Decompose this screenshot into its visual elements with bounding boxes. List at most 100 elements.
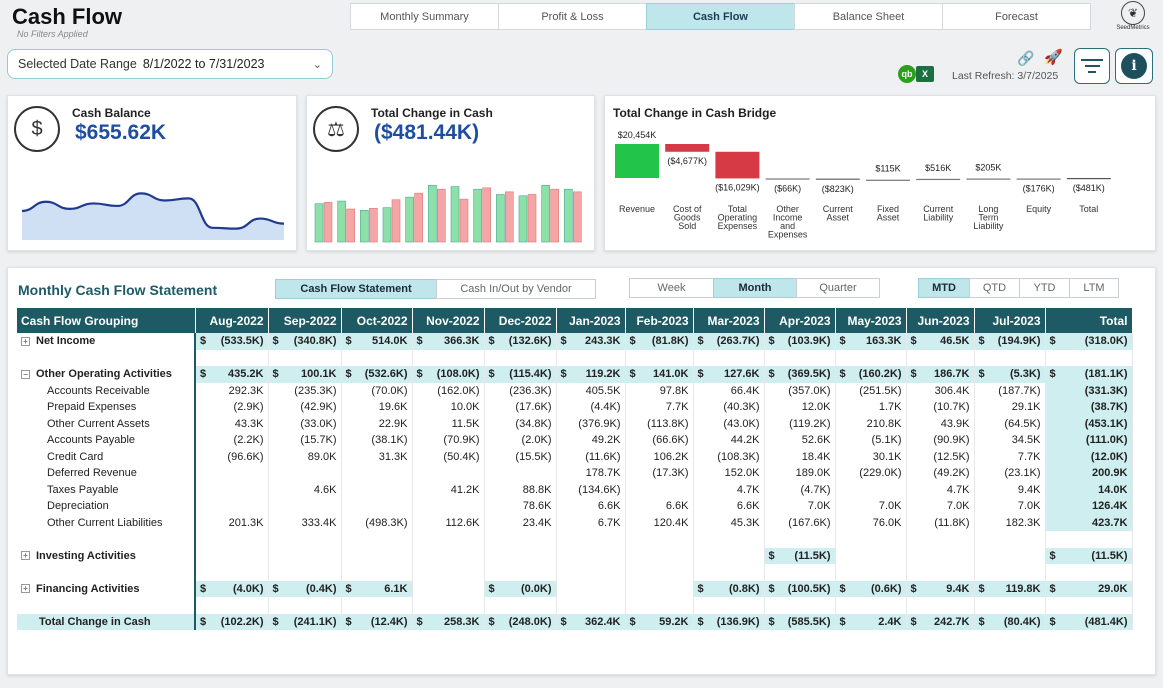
bridge-bar <box>966 178 1011 180</box>
statement-title: Monthly Cash Flow Statement <box>18 282 218 298</box>
date-range-dropdown[interactable]: Selected Date Range 8/1/2022 to 7/31/202… <box>7 49 333 79</box>
info-button[interactable]: i <box>1115 48 1153 84</box>
table-cell: $ (532.6K) <box>341 366 413 383</box>
table-row: Depreciation 78.6K 6.6K 6.6K 6.6K 7.0K 7.0K 7.0… <box>17 498 1133 515</box>
tab-monthly-summary[interactable]: Monthly Summary <box>350 3 499 30</box>
table-cell: (134.6K) <box>556 481 626 498</box>
row-label[interactable]: − Other Operating Activities <box>17 366 196 383</box>
toggle-quarter[interactable]: Quarter <box>796 278 880 298</box>
dollar-icon: $ <box>14 106 60 152</box>
table-cell: (4.7K) <box>764 481 836 498</box>
tab-cash-flow[interactable]: Cash Flow <box>646 3 795 30</box>
table-cell: (108.3K) <box>693 448 765 465</box>
toggle-ytd[interactable]: YTD <box>1019 278 1070 298</box>
table-cell: 89.0K <box>268 448 342 465</box>
table-cell: $ (11.5K) <box>764 547 836 564</box>
table-cell: (43.0K) <box>693 415 765 432</box>
table-row: + Investing Activities $ (11.5K) $ (11.5K) <box>17 547 1133 564</box>
column-header-grouping[interactable]: Cash Flow Grouping <box>17 308 196 333</box>
table-cell: $ (194.9K) <box>974 333 1046 350</box>
toggle-qtd[interactable]: QTD <box>969 278 1020 298</box>
mini-bar <box>346 208 355 243</box>
row-label[interactable]: + Investing Activities <box>17 547 196 564</box>
link-icon[interactable]: 🔗 <box>1017 50 1034 67</box>
bridge-value-label: ($16,029K) <box>715 182 760 192</box>
table-cell: 88.8K <box>484 481 557 498</box>
toggle-cash-in-out-by-vendor[interactable]: Cash In/Out by Vendor <box>436 279 596 299</box>
table-cell <box>693 547 765 564</box>
table-cell: (2.9K) <box>195 399 269 416</box>
tab-profit-loss[interactable]: Profit & Loss <box>498 3 647 30</box>
leaf-icon: ❦ <box>1121 1 1145 25</box>
table-cell: $2.4K <box>835 613 907 630</box>
table-cell <box>556 580 626 597</box>
column-header[interactable]: Dec-2022 <box>484 308 557 333</box>
expand-icon[interactable]: + <box>21 336 30 346</box>
rocket-icon[interactable]: 🚀 <box>1044 48 1063 66</box>
tab-balance-sheet[interactable]: Balance Sheet <box>794 3 943 30</box>
table-cell: (4.4K) <box>556 399 626 416</box>
column-header[interactable]: Apr-2023 <box>764 308 836 333</box>
table-cell: 31.3K <box>341 448 413 465</box>
table-cell: $ (136.9K) <box>693 613 765 630</box>
table-cell: 7.0K <box>835 498 907 515</box>
table-cell: $186.7K <box>906 366 975 383</box>
column-header[interactable]: Mar-2023 <box>693 308 765 333</box>
table-cell: $ (11.5K) <box>1045 547 1133 564</box>
table-cell: $ (181.1K) <box>1045 366 1133 383</box>
sparkline-area <box>22 193 284 240</box>
mini-bar <box>496 194 505 243</box>
table-cell: $ (0.0K) <box>484 580 557 597</box>
table-cell <box>341 498 413 515</box>
table-cell: (64.5K) <box>974 415 1046 432</box>
row-label[interactable]: + Net Income <box>17 333 196 350</box>
table-cell: 4.7K <box>693 481 765 498</box>
row-label[interactable]: + Financing Activities <box>17 580 196 597</box>
table-cell <box>341 465 413 482</box>
mini-bar <box>369 208 378 243</box>
table-row: Other Current Assets 43.3K (33.0K) 22.9K 11.… <box>17 415 1133 432</box>
table-cell: 4.7K <box>906 481 975 498</box>
mini-bar <box>414 192 423 243</box>
expand-icon[interactable]: + <box>21 551 30 561</box>
cash-balance-card: $ Cash Balance $655.62K <box>7 95 297 251</box>
toggle-week[interactable]: Week <box>629 278 714 298</box>
table-cell: 45.3K <box>693 514 765 531</box>
expand-icon[interactable]: + <box>21 584 30 594</box>
bridge-value-label: $20,454K <box>618 130 657 140</box>
toggle-mtd[interactable]: MTD <box>918 278 970 298</box>
collapse-icon[interactable]: − <box>21 369 30 379</box>
table-cell: (33.0K) <box>268 415 342 432</box>
table-cell: $243.3K <box>556 333 626 350</box>
column-header[interactable]: Nov-2022 <box>412 308 485 333</box>
mini-bar <box>518 195 528 243</box>
table-cell <box>625 580 694 597</box>
table-cell: $ (80.4K) <box>974 613 1046 630</box>
table-cell: (119.2K) <box>764 415 836 432</box>
total-change-card: ⚖ Total Change in Cash ($481.44K) <box>306 95 595 251</box>
row-label: Deferred Revenue <box>17 465 196 482</box>
table-cell: 152.0K <box>693 465 765 482</box>
mini-bar <box>459 198 469 243</box>
column-header[interactable]: Jun-2023 <box>906 308 975 333</box>
toggle-month[interactable]: Month <box>713 278 797 298</box>
column-header[interactable]: Total <box>1045 308 1133 333</box>
table-cell: $59.2K <box>625 613 694 630</box>
table-cell: (11.8K) <box>906 514 975 531</box>
column-header[interactable]: Jul-2023 <box>974 308 1046 333</box>
table-cell: (5.1K) <box>835 432 907 449</box>
bridge-bar <box>665 144 710 152</box>
table-cell: 6.6K <box>625 498 694 515</box>
column-header[interactable]: Feb-2023 <box>625 308 694 333</box>
table-cell <box>412 498 485 515</box>
column-header[interactable]: Sep-2022 <box>268 308 342 333</box>
filter-menu-button[interactable] <box>1074 48 1110 84</box>
table-cell: (90.9K) <box>906 432 975 449</box>
toggle-ltm[interactable]: LTM <box>1069 278 1119 298</box>
column-header[interactable]: Aug-2022 <box>195 308 269 333</box>
column-header[interactable]: Oct-2022 <box>341 308 413 333</box>
column-header[interactable]: May-2023 <box>835 308 907 333</box>
column-header[interactable]: Jan-2023 <box>556 308 626 333</box>
tab-forecast[interactable]: Forecast <box>942 3 1091 30</box>
toggle-cash-flow-statement[interactable]: Cash Flow Statement <box>275 279 437 299</box>
